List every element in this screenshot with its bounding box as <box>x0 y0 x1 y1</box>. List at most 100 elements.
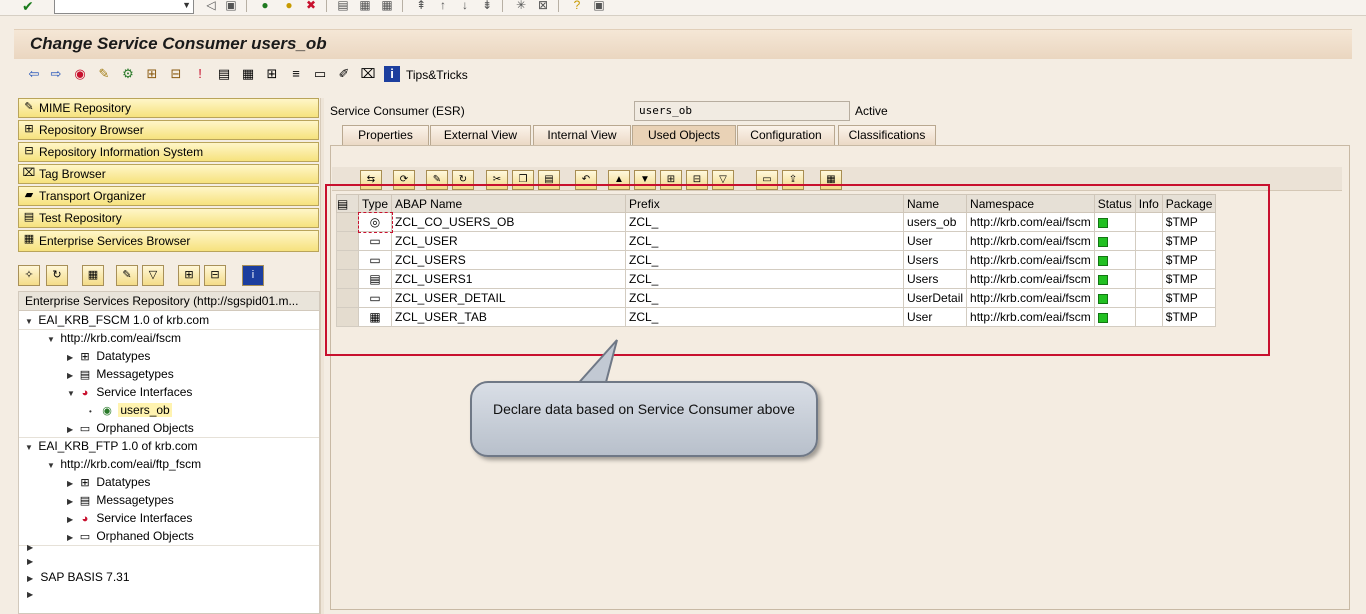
save-icon[interactable]: ▣ <box>224 0 238 12</box>
highlight-box <box>325 184 1270 356</box>
service-interface-icon: ◕ <box>81 513 89 525</box>
chevron-down-icon[interactable]: ▼ <box>182 0 191 10</box>
folder-icon: ▭ <box>79 531 91 543</box>
enter-icon[interactable]: ✔ <box>22 0 40 14</box>
check-icon[interactable]: ⊞ <box>144 66 160 82</box>
toolbar-separator <box>502 0 503 12</box>
layout-icon[interactable]: ▦ <box>82 265 104 286</box>
activate-icon[interactable]: ⚙ <box>120 66 136 82</box>
refresh-icon[interactable]: ↻ <box>46 265 68 286</box>
next-page-icon[interactable]: ↓ <box>458 0 472 12</box>
tree-node-service-interfaces[interactable]: ▶ ◕ Service Interfaces <box>67 509 192 527</box>
filter-icon[interactable]: ▽ <box>142 265 164 286</box>
edit-note-icon[interactable]: ✐ <box>336 66 352 82</box>
tree-node-messagetypes[interactable]: ▶ ▤ Messagetypes <box>67 365 174 383</box>
tree-node-datatypes[interactable]: ▶ ⊞ Datatypes <box>67 347 150 365</box>
tab-classifications[interactable]: Classifications <box>838 125 936 145</box>
other-object-icon[interactable]: ◉ <box>72 66 88 82</box>
tree-node-namespace[interactable]: ▼ http://krb.com/eai/fscm <box>47 329 181 347</box>
divider <box>19 545 319 546</box>
command-field[interactable]: ▼ <box>54 0 194 14</box>
nav-tag-browser[interactable]: ⌧ Tag Browser <box>18 164 319 184</box>
customize-layout-icon[interactable]: ▣ <box>592 0 606 12</box>
truck-icon: ▰ <box>24 189 34 201</box>
tab-properties[interactable]: Properties <box>342 125 429 145</box>
tree-header: Enterprise Services Repository (http://s… <box>19 292 319 311</box>
tree-node-service-interfaces[interactable]: ▼ ◕ Service Interfaces <box>67 383 192 401</box>
cancel-icon[interactable]: ✖ <box>304 0 318 12</box>
tree-node-orphaned-objects[interactable]: ▶ ▭ Orphaned Objects <box>67 419 194 437</box>
nav-transport-organizer[interactable]: ▰ Transport Organizer <box>18 186 319 206</box>
services-icon: ▦ <box>23 233 35 245</box>
tree-node-users-ob[interactable]: • ◉ users_ob <box>89 401 172 419</box>
tab-internal-view[interactable]: Internal View <box>533 125 631 145</box>
tree-node-sap-basis[interactable]: ▶ SAP BASIS 7.31 <box>27 568 130 586</box>
test-icon: ▤ <box>23 211 35 223</box>
forward-arrow-icon[interactable]: ⇨ <box>48 66 64 82</box>
find-icon[interactable]: ▦ <box>358 0 372 12</box>
tab-external-view[interactable]: External View <box>430 125 531 145</box>
nav-repository-information-system[interactable]: ⊟ Repository Information System <box>18 142 319 162</box>
clipboard-icon[interactable]: ⌧ <box>360 66 376 82</box>
page-title: Change Service Consumer users_ob <box>30 34 327 53</box>
print-list-icon[interactable]: ≡ <box>288 66 304 82</box>
exit-icon[interactable]: ● <box>282 0 296 12</box>
info-icon[interactable]: i <box>242 265 264 286</box>
expanded-icon[interactable]: ▼ <box>47 457 57 475</box>
pencil-icon[interactable]: ✎ <box>116 265 138 286</box>
display-object-list-icon[interactable]: ▤ <box>216 66 232 82</box>
nav-test-repository[interactable]: ▤ Test Repository <box>18 208 319 228</box>
help-icon[interactable]: ? <box>570 0 584 12</box>
service-consumer-field[interactable]: users_ob <box>634 101 850 121</box>
nav-repository-browser[interactable]: ⊞ Repository Browser <box>18 120 319 140</box>
where-used-icon[interactable]: ⊟ <box>168 66 184 82</box>
wand-icon[interactable]: ✧ <box>18 265 40 286</box>
tab-configuration[interactable]: Configuration <box>737 125 835 145</box>
tree-node-empty[interactable]: ▶ <box>27 584 37 602</box>
tree-node-datatypes[interactable]: ▶ ⊞ Datatypes <box>67 473 150 491</box>
splitter[interactable] <box>320 98 324 614</box>
tree-node-namespace-ftp[interactable]: ▼ http://krb.com/eai/ftp_fscm <box>47 455 201 473</box>
shortcut-icon[interactable]: ⊠ <box>536 0 550 12</box>
status-text: Active <box>855 104 888 118</box>
repository-tree: Enterprise Services Repository (http://s… <box>18 291 320 614</box>
datatype-icon: ⊞ <box>80 477 90 489</box>
tree-node-empty[interactable]: ▶ <box>27 551 37 569</box>
hierarchy-icon[interactable]: ⊞ <box>264 66 280 82</box>
tree-node-eai-krb-fscm[interactable]: ▼ EAI_KRB_FSCM 1.0 of krb.com <box>25 311 209 329</box>
first-page-icon[interactable]: ⇞ <box>414 0 428 12</box>
back-green-icon[interactable]: ● <box>258 0 272 12</box>
toolbar-separator <box>326 0 327 12</box>
toolbar-separator <box>558 0 559 12</box>
collapsed-icon[interactable]: ▶ <box>27 586 37 604</box>
info-pin-icon[interactable]: ! <box>192 66 208 82</box>
annotation-callout: Declare data based on Service Consumer a… <box>470 381 818 457</box>
tree-node-messagetypes[interactable]: ▶ ▤ Messagetypes <box>67 491 174 509</box>
expanded-icon[interactable]: ▼ <box>25 439 35 457</box>
last-page-icon[interactable]: ⇟ <box>480 0 494 12</box>
print-icon[interactable]: ▤ <box>336 0 350 12</box>
new-session-icon[interactable]: ✳ <box>514 0 528 12</box>
window-icon[interactable]: ▭ <box>312 66 328 82</box>
object-list-icon[interactable]: ▦ <box>240 66 256 82</box>
info-icon[interactable]: i <box>384 66 400 82</box>
tab-used-objects[interactable]: Used Objects <box>632 125 736 145</box>
tips-tricks-link[interactable]: Tips&Tricks <box>406 68 468 82</box>
tree-node-eai-krb-ftp[interactable]: ▼ EAI_KRB_FTP 1.0 of krb.com <box>25 437 198 455</box>
toolbar-separator <box>246 0 247 12</box>
expanded-icon[interactable]: ▼ <box>47 331 57 349</box>
nav-enterprise-services-browser[interactable]: ▦ Enterprise Services Browser <box>18 230 319 252</box>
expanded-icon[interactable]: ▼ <box>67 385 77 403</box>
edit-icon[interactable]: ✎ <box>96 66 112 82</box>
binoculars-icon[interactable]: ⊞ <box>178 265 200 286</box>
tree-node-orphaned-objects[interactable]: ▶ ▭ Orphaned Objects <box>67 527 194 545</box>
tree-toolbar: ✧ ↻ ▦ ✎ ▽ ⊞ ⊟ i <box>18 265 318 287</box>
application-toolbar: ⇦ ⇨ ◉ ✎ ⚙ ⊞ ⊟ ! ▤ ▦ ⊞ ≡ ▭ ✐ ⌧ i Tips&Tri… <box>14 62 1352 88</box>
previous-page-icon[interactable]: ↑ <box>436 0 450 12</box>
back-arrow-icon[interactable]: ⇦ <box>26 66 42 82</box>
title-bar: Change Service Consumer users_ob <box>14 29 1352 59</box>
binoculars-next-icon[interactable]: ⊟ <box>204 265 226 286</box>
back-icon[interactable]: ◁ <box>204 0 218 12</box>
nav-mime-repository[interactable]: ✎ MIME Repository <box>18 98 319 118</box>
find-next-icon[interactable]: ▦ <box>380 0 394 12</box>
